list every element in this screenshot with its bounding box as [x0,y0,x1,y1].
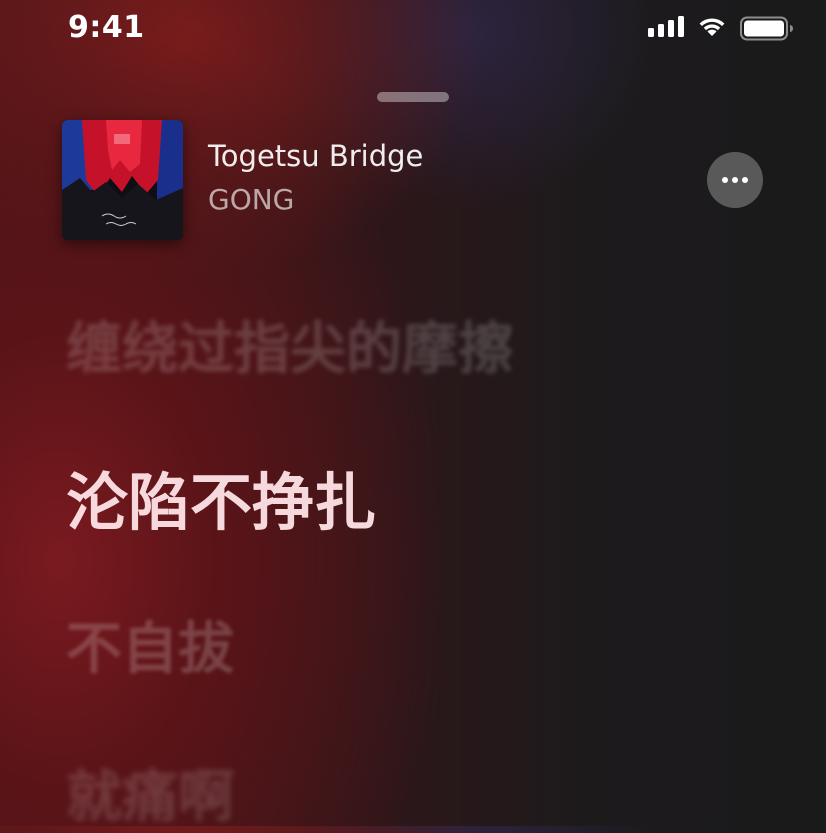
ellipsis-icon [722,177,728,183]
more-options-button[interactable] [707,152,763,208]
battery-icon [740,16,794,42]
artist-name[interactable]: GONG [208,183,294,216]
lyric-line-next[interactable]: 不自拔 [66,604,234,685]
lyric-line-previous[interactable]: 缠绕过指尖的摩擦 [66,304,514,385]
status-bar: 9:41 [0,0,826,60]
cellular-signal-icon [648,16,686,42]
lyric-line-current[interactable]: 沦陷不挣扎 [66,452,376,542]
album-artwork[interactable] [62,120,183,240]
song-title[interactable]: Togetsu Bridge [208,139,423,173]
lyric-line-after-next[interactable]: 就痛啊 [66,752,234,833]
wifi-icon [696,14,728,40]
status-time: 9:41 [68,10,145,45]
sheet-grabber[interactable] [377,92,449,102]
